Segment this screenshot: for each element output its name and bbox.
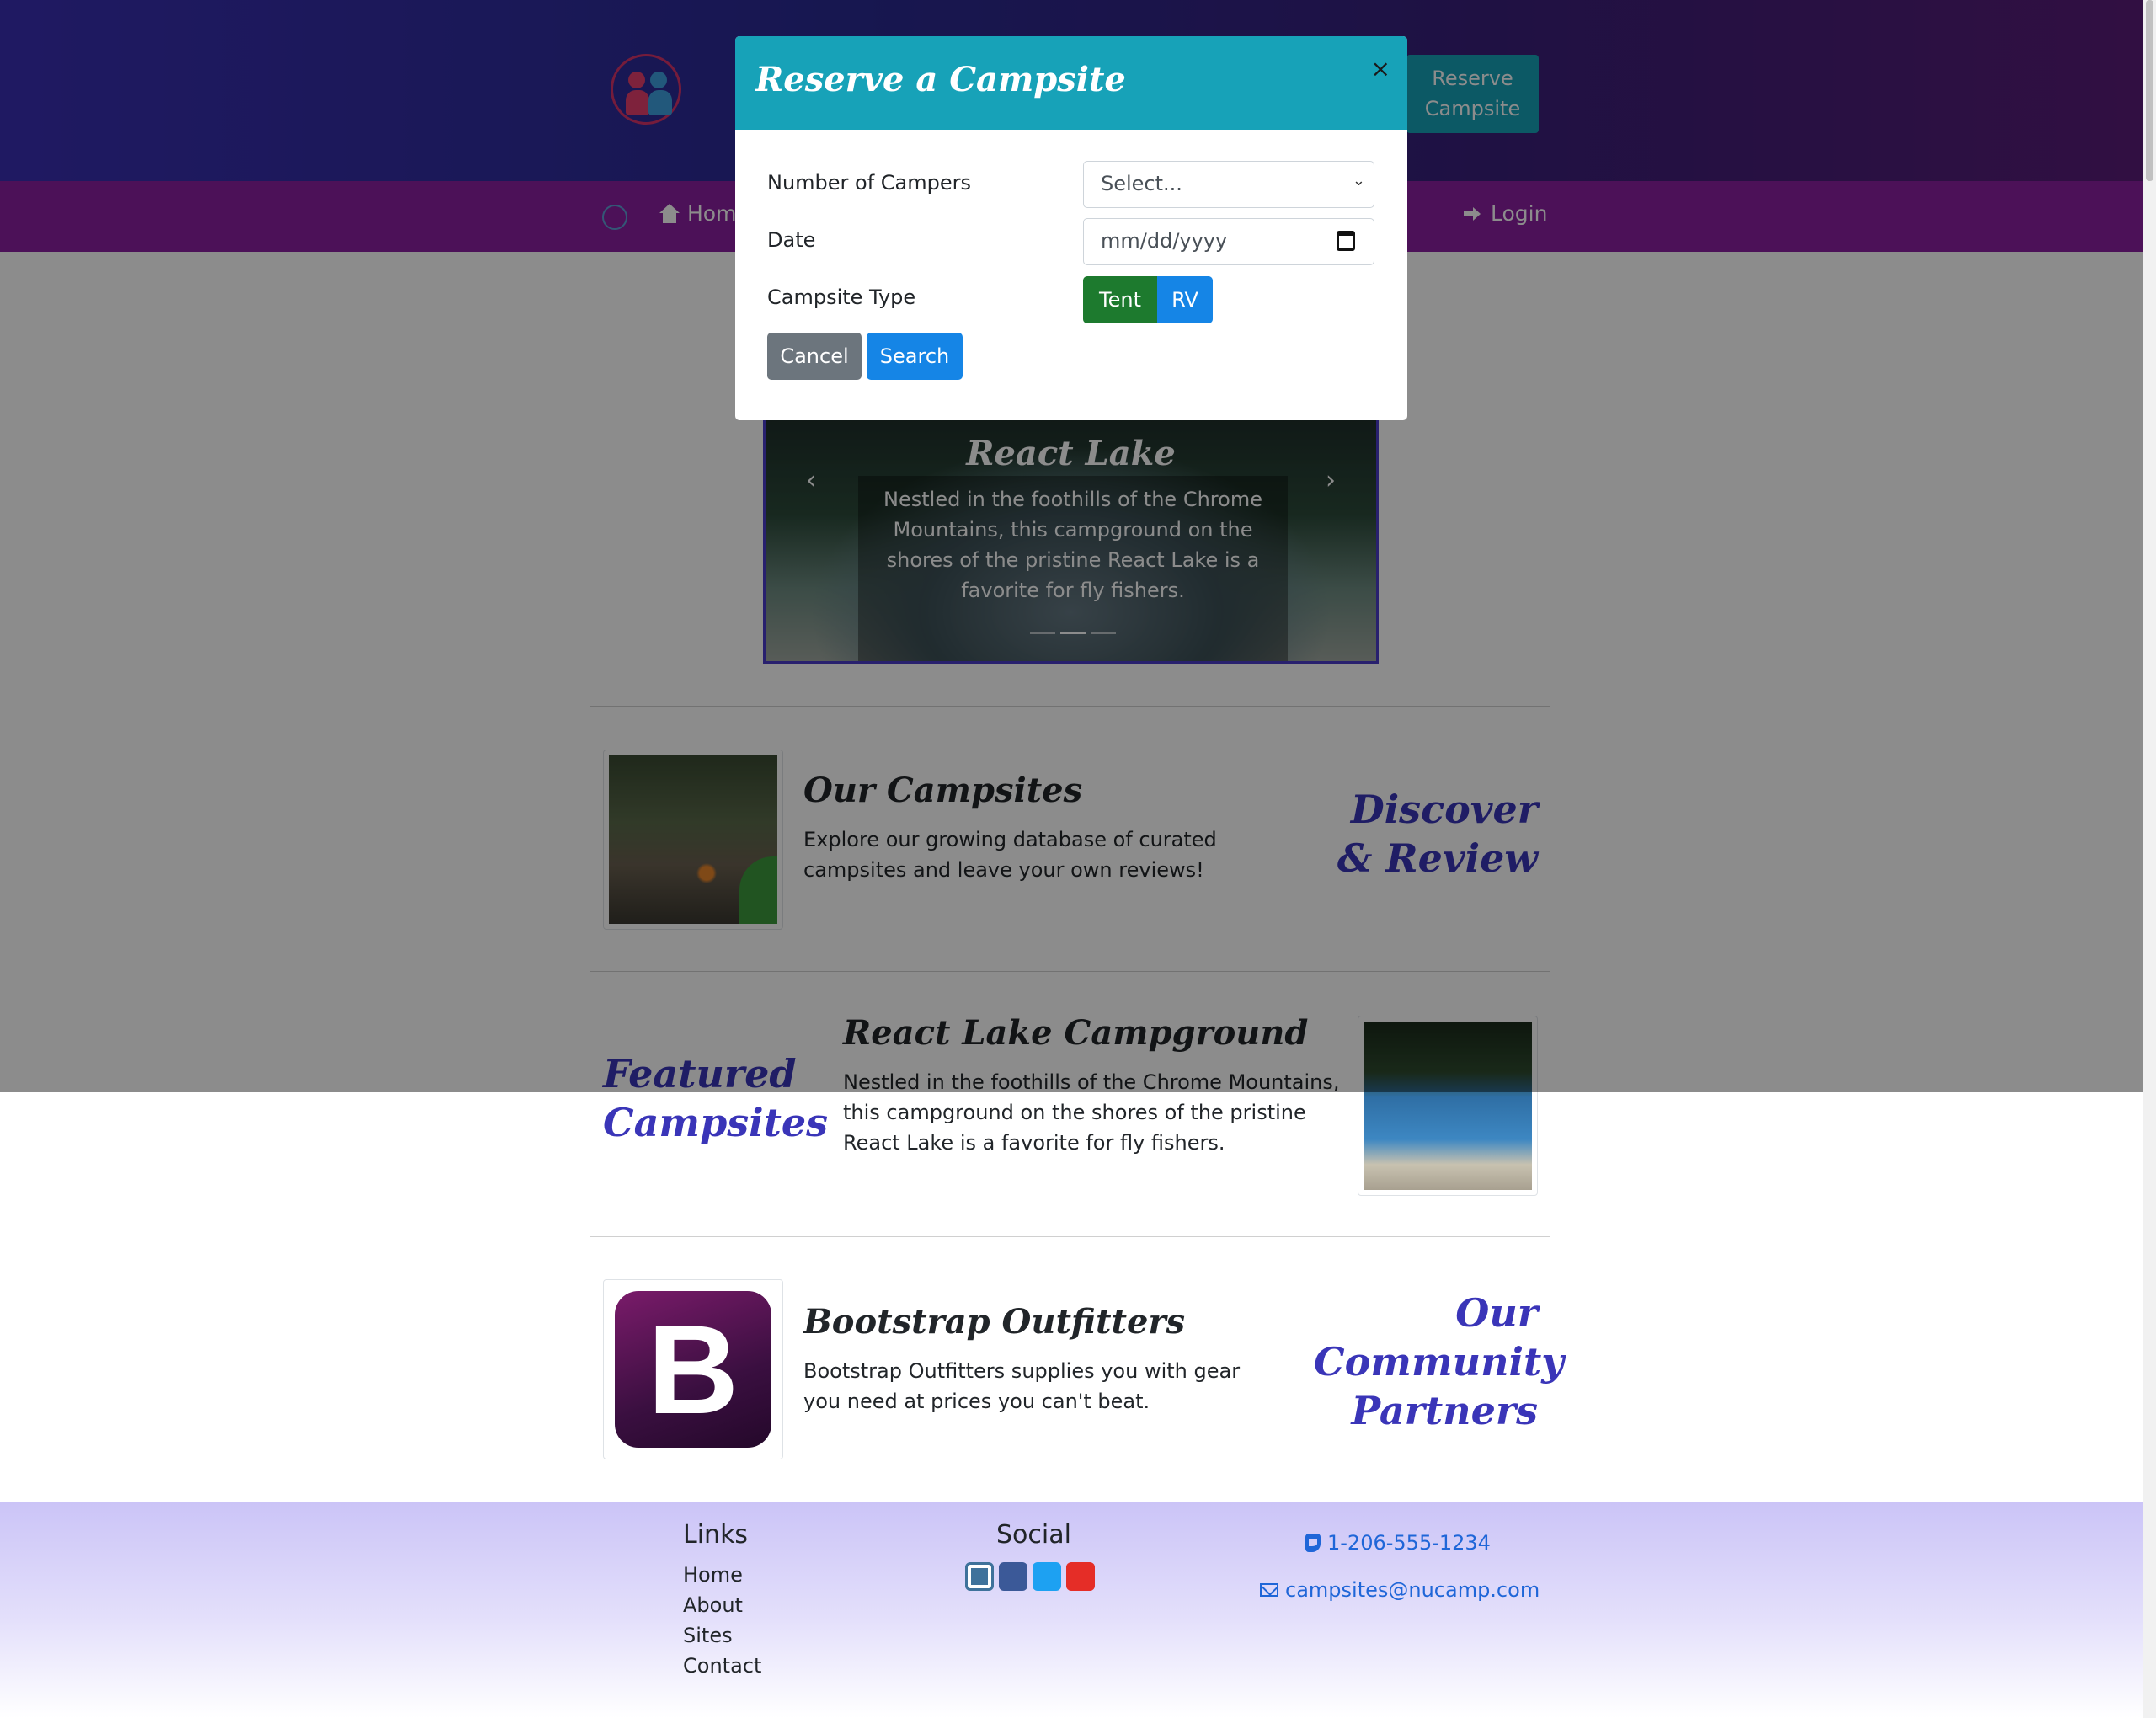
footer-link-contact[interactable]: Contact xyxy=(683,1654,761,1678)
campsite-type-label: Campsite Type xyxy=(767,285,916,309)
footer-link-sites[interactable]: Sites xyxy=(683,1624,733,1647)
footer-phone[interactable]: 1-206-555-1234 xyxy=(1305,1531,1491,1555)
footer-email-address: campsites@nucamp.com xyxy=(1285,1578,1540,1602)
rv-toggle-button[interactable]: RV xyxy=(1157,276,1213,323)
footer-links-heading: Links xyxy=(683,1520,749,1550)
footer-phone-number: 1-206-555-1234 xyxy=(1327,1531,1491,1555)
twitter-icon[interactable] xyxy=(1033,1562,1061,1591)
youtube-icon[interactable] xyxy=(1066,1562,1095,1591)
divider xyxy=(590,1236,1550,1237)
date-label: Date xyxy=(767,228,816,252)
tent-toggle-button[interactable]: Tent xyxy=(1083,276,1157,323)
reserve-campsite-modal: Reserve a Campsite × Number of Campers S… xyxy=(735,36,1407,420)
cancel-button[interactable]: Cancel xyxy=(767,333,862,380)
footer-email[interactable]: campsites@nucamp.com xyxy=(1260,1578,1540,1602)
chevron-down-icon: ⌄ xyxy=(1352,172,1365,189)
footer xyxy=(0,1502,2143,1718)
phone-icon xyxy=(1305,1534,1321,1552)
modal-title: Reserve a Campsite xyxy=(755,60,1126,99)
campers-select-value: Select... xyxy=(1101,172,1182,195)
modal-header: Reserve a Campsite × xyxy=(735,36,1407,130)
date-input[interactable]: mm/dd/yyyy xyxy=(1083,218,1374,265)
side-heading: Our Community Partners xyxy=(1314,1290,1564,1433)
section-title: Bootstrap Outfitters xyxy=(803,1302,1186,1342)
scrollbar-thumb[interactable] xyxy=(2146,0,2153,181)
section-text: Bootstrap Outfitters supplies you with g… xyxy=(803,1359,1241,1413)
instagram-icon[interactable] xyxy=(965,1562,994,1591)
footer-social-heading: Social xyxy=(996,1520,1071,1550)
date-input-placeholder: mm/dd/yyyy xyxy=(1101,229,1228,253)
scrollbar[interactable] xyxy=(2143,0,2156,1718)
envelope-icon xyxy=(1260,1583,1278,1597)
campers-select[interactable]: Select... ⌄ xyxy=(1083,161,1374,208)
footer-link-about[interactable]: About xyxy=(683,1593,743,1617)
calendar-icon[interactable] xyxy=(1337,231,1355,251)
bootstrap-logo-letter: B xyxy=(615,1291,771,1448)
bootstrap-logo: B xyxy=(609,1285,777,1454)
close-icon[interactable]: × xyxy=(1371,55,1390,83)
partner-thumbnail: B xyxy=(603,1279,783,1459)
facebook-icon[interactable] xyxy=(999,1562,1027,1591)
footer-link-home[interactable]: Home xyxy=(683,1563,743,1587)
campers-label: Number of Campers xyxy=(767,171,972,195)
search-button[interactable]: Search xyxy=(867,333,963,380)
